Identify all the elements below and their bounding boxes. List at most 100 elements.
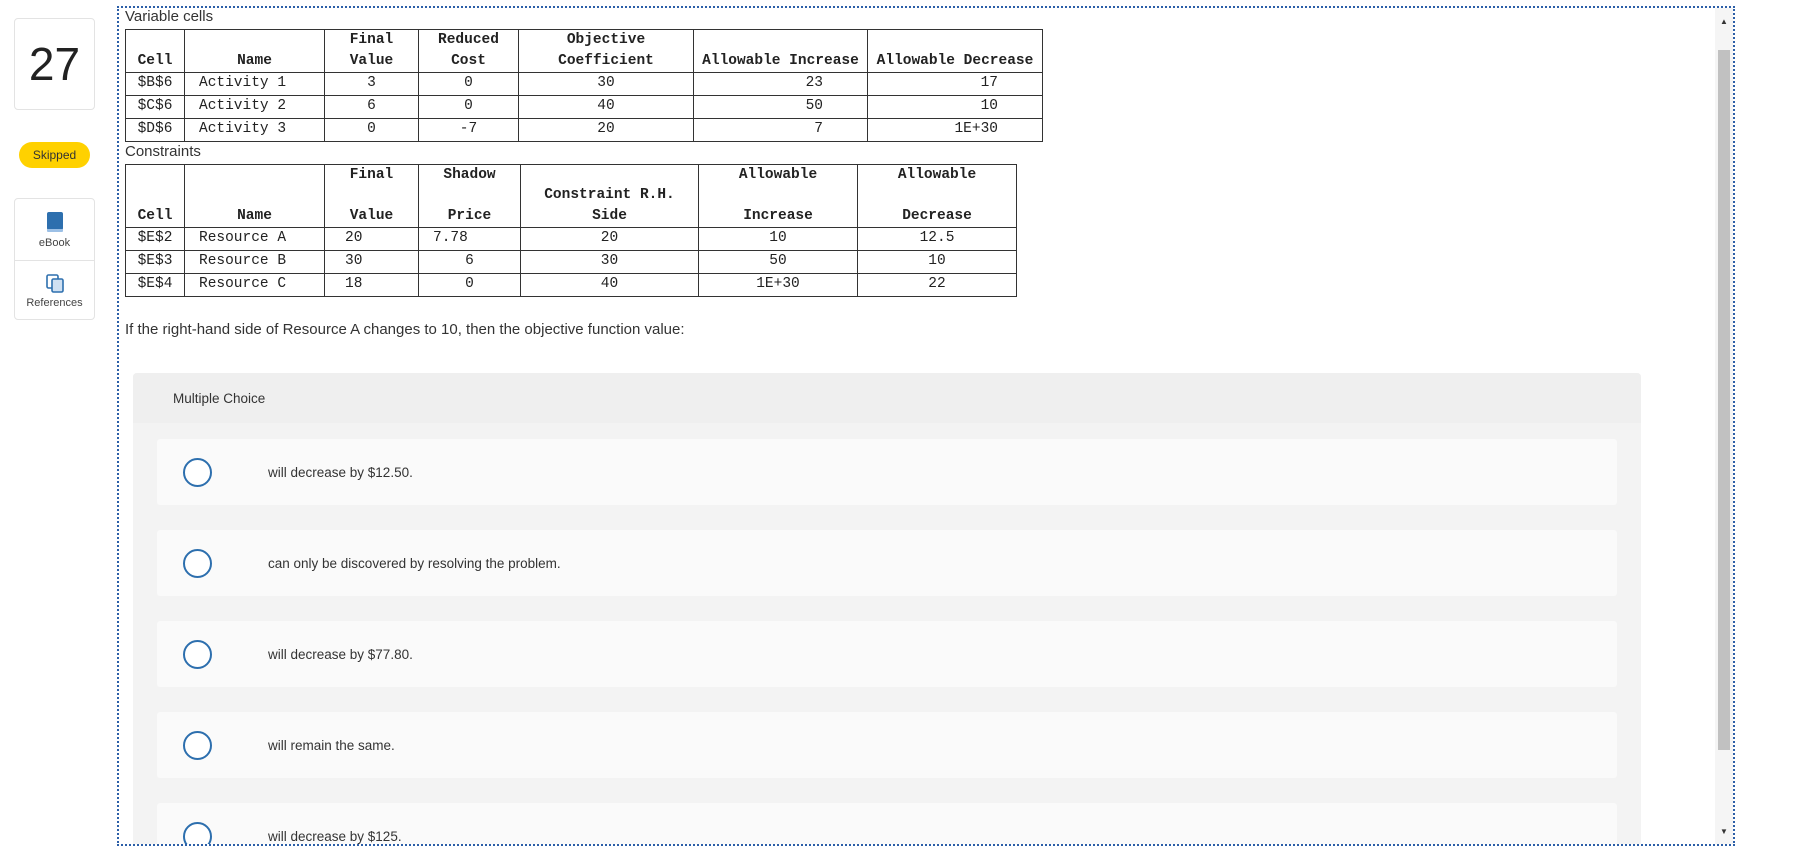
question-scroll-area: Variable cells Final Reduced Objective C… (125, 8, 1713, 844)
table-cell: $E$3 (125, 249, 185, 274)
c-header-top-5: Allowable (698, 163, 858, 185)
table-cell: Resource A (184, 226, 325, 251)
constraints-title: Constraints (125, 142, 201, 160)
c-header-name: Name (184, 184, 325, 228)
table-cell: 0 (418, 272, 521, 297)
table-cell: 10 (867, 94, 1043, 119)
radio-button[interactable] (183, 457, 212, 487)
answer-option-label: will decrease by $77.80. (268, 646, 413, 662)
table-cell: 40 (520, 272, 699, 297)
vc-header-top-2: Final (324, 29, 419, 50)
vc-header-top-1 (184, 29, 325, 50)
table-cell: 10 (698, 226, 858, 251)
copy-icon (45, 274, 64, 293)
c-header-top-0 (125, 163, 185, 185)
scroll-down-arrow-icon[interactable]: ▼ (1715, 822, 1733, 840)
table-cell: Resource C (184, 272, 325, 297)
constraints-table: Final Shadow Allowable Allowable Cell Na… (125, 163, 1017, 297)
table-cell: 20 (518, 117, 694, 142)
vc-header-reduced-cost: Cost (418, 50, 519, 73)
table-cell: 0 (418, 94, 519, 119)
table-cell: 30 (324, 249, 419, 274)
table-row: $B$6 Activity 1 3 0 30 23 17 (125, 71, 1043, 96)
table-cell: -7 (418, 117, 519, 142)
table-cell: Activity 1 (184, 71, 325, 96)
answer-option-4[interactable]: will remain the same. (157, 712, 1617, 778)
table-row: $E$3 Resource B 30 6 30 50 10 (125, 249, 1017, 274)
vertical-scrollbar[interactable]: ▲ ▼ (1715, 8, 1733, 844)
table-cell: 6 (418, 249, 521, 274)
c-header-final-value: Value (324, 184, 419, 228)
vc-header-top-3: Reduced (418, 29, 519, 50)
table-cell: Resource B (184, 249, 325, 274)
radio-button[interactable] (183, 639, 212, 669)
references-button[interactable]: References (15, 260, 94, 321)
c-header-top-4 (520, 163, 699, 185)
table-cell: 20 (520, 226, 699, 251)
ebook-button[interactable]: eBook (15, 199, 94, 260)
variable-cells-title: Variable cells (125, 8, 214, 25)
answer-option-3[interactable]: will decrease by $77.80. (157, 621, 1617, 687)
question-number-card: 27 (14, 18, 95, 110)
table-cell: 6 (324, 94, 419, 119)
radio-button[interactable] (183, 821, 212, 844)
table-cell: $D$6 (125, 117, 185, 142)
question-content-frame[interactable]: Variable cells Final Reduced Objective C… (117, 6, 1735, 846)
table-cell: 50 (698, 249, 858, 274)
c-header-constraint-rhs: Constraint R.H. Side (520, 184, 699, 228)
table-cell: 7 (693, 117, 868, 142)
scroll-up-arrow-icon[interactable]: ▲ (1715, 12, 1733, 30)
ebook-label: eBook (38, 236, 71, 249)
table-cell: 7.78 (418, 226, 521, 251)
c-header-top-2: Final (324, 163, 419, 185)
c-header-allowable-increase: Increase (698, 184, 858, 228)
vc-header-cell: Cell (125, 50, 185, 73)
radio-button[interactable] (183, 730, 212, 760)
multiple-choice-panel: Multiple Choice will decrease by $12.50.… (133, 373, 1641, 844)
table-cell: 10 (857, 249, 1017, 274)
c-header-top-6: Allowable (857, 163, 1017, 185)
answer-option-5[interactable]: will decrease by $125. (157, 803, 1617, 844)
variable-cells-table: Final Reduced Objective Cell Name Value … (125, 29, 1043, 142)
c-header-top-1 (184, 163, 325, 185)
answer-option-1[interactable]: will decrease by $12.50. (157, 439, 1617, 505)
c-header-allowable-decrease: Decrease (857, 184, 1017, 228)
table-cell: 1E+30 (698, 272, 858, 297)
references-label: References (26, 297, 83, 309)
radio-button[interactable] (183, 548, 212, 578)
table-cell: 20 (324, 226, 419, 251)
table-cell: $B$6 (125, 71, 185, 96)
vc-header-allowable-increase: Allowable Increase (693, 50, 868, 73)
vc-header-top-0 (125, 29, 185, 50)
table-cell: 30 (520, 249, 699, 274)
table-row: $E$2 Resource A 20 7.78 20 10 12.5 (125, 226, 1017, 251)
table-cell: 0 (324, 117, 419, 142)
table-cell: Activity 2 (184, 94, 325, 119)
vc-header-objective-coefficient: Coefficient (518, 50, 694, 73)
table-cell: 12.5 (857, 226, 1017, 251)
answer-option-label: can only be discovered by resolving the … (268, 555, 561, 571)
table-row: $D$6 Activity 3 0 -7 20 7 1E+30 (125, 117, 1043, 142)
c-header-cell: Cell (125, 184, 185, 228)
table-cell: 0 (418, 71, 519, 96)
tools-panel: eBook References (14, 198, 95, 320)
vc-header-final-value: Value (324, 50, 419, 73)
table-row: $C$6 Activity 2 6 0 40 50 10 (125, 94, 1043, 119)
table-cell: 23 (693, 71, 868, 96)
table-cell: $E$2 (125, 226, 185, 251)
table-row: $E$4 Resource C 18 0 40 1E+30 22 (125, 272, 1017, 297)
vc-header-name: Name (184, 50, 325, 73)
table-cell: 17 (867, 71, 1043, 96)
scrollbar-thumb[interactable] (1718, 50, 1730, 750)
answer-option-2[interactable]: can only be discovered by resolving the … (157, 530, 1617, 596)
question-number: 27 (28, 38, 81, 90)
multiple-choice-header: Multiple Choice (133, 373, 1641, 423)
c-header-shadow-price: Price (418, 184, 521, 228)
answer-option-label: will decrease by $125. (268, 828, 402, 844)
vc-header-top-4: Objective (518, 29, 694, 50)
table-cell: Activity 3 (184, 117, 325, 142)
table-cell: 40 (518, 94, 694, 119)
answer-option-label: will decrease by $12.50. (268, 464, 413, 480)
table-cell: 3 (324, 71, 419, 96)
table-cell: 50 (693, 94, 868, 119)
